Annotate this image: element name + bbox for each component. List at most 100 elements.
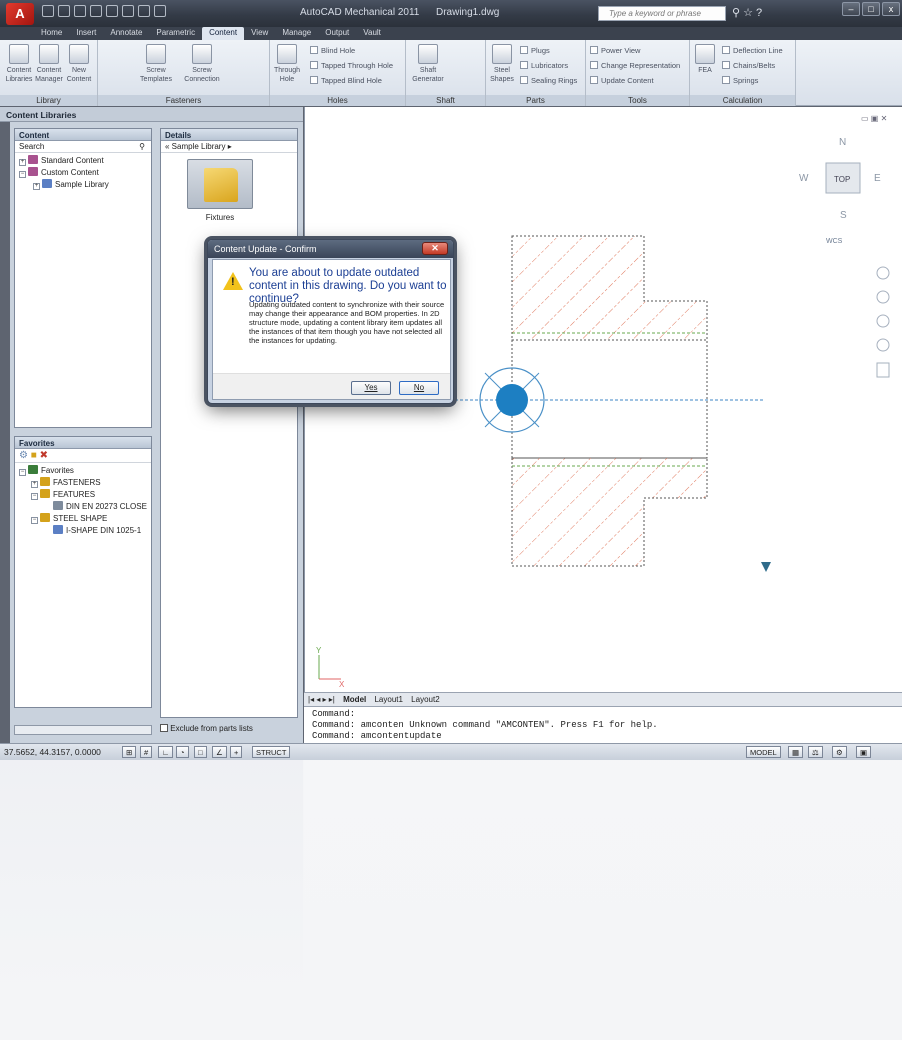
search-icon[interactable]: ⚲ <box>139 142 145 151</box>
polar-toggle[interactable]: ◔ <box>176 746 189 758</box>
drawing-window-controls[interactable]: ▭ ▣ ✕ <box>861 114 887 123</box>
checkbox-box[interactable] <box>160 724 168 732</box>
springs-button[interactable]: Springs <box>722 76 758 85</box>
content-libraries-button[interactable]: Content Libraries <box>2 44 36 84</box>
content-pane: Content Search ⚲ + Standard Content − Cust… <box>14 128 152 428</box>
minimize-button[interactable]: – <box>842 2 860 16</box>
lubricators-button[interactable]: Lubricators <box>520 61 568 70</box>
power-view-button[interactable]: Power View <box>590 46 640 55</box>
tree-item-custom-content[interactable]: − Custom Content <box>19 167 147 179</box>
viewcube[interactable]: N W E S TOP WCS <box>799 137 881 245</box>
panel-title-holes: Holes <box>270 95 405 106</box>
screw-templates-button[interactable]: Screw Templates <box>136 44 176 84</box>
upper-hatched-section[interactable] <box>511 235 708 341</box>
delete-icon[interactable]: ✖ <box>40 450 48 461</box>
plot-icon[interactable] <box>138 5 150 17</box>
tree-item-standard-content[interactable]: + Standard Content <box>19 155 147 167</box>
yes-button[interactable]: Yes <box>351 381 391 395</box>
workspace-icon[interactable] <box>154 5 166 17</box>
steel-shapes-button[interactable]: Steel Shapes <box>488 44 516 84</box>
tapped-blind-hole-button[interactable]: Tapped Blind Hole <box>310 76 382 85</box>
tab-annotate[interactable]: Annotate <box>103 27 149 40</box>
breadcrumb[interactable]: « Sample Library ▸ <box>161 141 297 153</box>
tapped-through-hole-button[interactable]: Tapped Through Hole <box>310 61 393 70</box>
undo-icon[interactable] <box>106 5 118 17</box>
screw-connection-button[interactable]: Screw Connection <box>180 44 224 84</box>
snap-toggle[interactable]: ⊞ <box>122 746 137 758</box>
struct-button[interactable]: STRUCT <box>252 746 291 758</box>
chains-belts-button[interactable]: Chains/Belts <box>722 61 775 70</box>
dialog-title: Content Update - Confirm <box>208 240 453 258</box>
workspace-button[interactable]: ⚙ <box>832 746 847 758</box>
change-representation-button[interactable]: Change Representation <box>590 61 680 70</box>
tab-model[interactable]: Model <box>343 695 366 704</box>
layout-view-button[interactable]: ▦ <box>788 746 804 758</box>
through-hole-button[interactable]: Through Hole <box>270 44 304 84</box>
tab-view[interactable]: View <box>244 27 275 40</box>
tab-layout2[interactable]: Layout2 <box>411 695 439 704</box>
binoculars-icon[interactable]: ⚲ <box>732 7 743 19</box>
new-icon[interactable] <box>42 5 54 17</box>
tab-home[interactable]: Home <box>34 27 69 40</box>
tab-output[interactable]: Output <box>318 27 356 40</box>
new-folder-icon[interactable]: ■ <box>31 450 37 461</box>
dialog-close-button[interactable]: ✕ <box>422 242 448 255</box>
content-manager-button[interactable]: Content Manager <box>32 44 66 84</box>
help-icon[interactable]: ? <box>756 7 765 19</box>
blind-hole-button[interactable]: Blind Hole <box>310 46 355 55</box>
fav-item-features[interactable]: − FEATURES <box>19 489 147 501</box>
update-content-button[interactable]: Update Content <box>590 76 654 85</box>
deflection-line-button[interactable]: Deflection Line <box>722 46 783 55</box>
lineweight-toggle[interactable]: + <box>230 746 243 758</box>
no-button[interactable]: No <box>399 381 439 395</box>
osnap-toggle[interactable]: □ <box>194 746 207 758</box>
open-icon[interactable] <box>58 5 70 17</box>
fav-item-i-shape[interactable]: I-SHAPE DIN 1025-1 <box>19 525 147 537</box>
navigation-bar[interactable] <box>876 266 890 378</box>
sealing-rings-button[interactable]: Sealing Rings <box>520 76 577 85</box>
fav-item-steel-shape[interactable]: − STEEL SHAPE <box>19 513 147 525</box>
tree-item-sample-library[interactable]: + Sample Library <box>19 179 147 191</box>
tab-manage[interactable]: Manage <box>275 27 318 40</box>
star-icon[interactable]: ☆ <box>743 7 756 19</box>
fav-item-fasteners[interactable]: + FASTENERS <box>19 477 147 489</box>
model-button[interactable]: MODEL <box>746 746 781 758</box>
annotation-scale-button[interactable]: ⚖ <box>808 746 823 758</box>
palette-scrollbar[interactable] <box>14 725 152 735</box>
fav-item-din-en-20273[interactable]: DIN EN 20273 CLOSE <box>19 501 147 513</box>
tab-vault[interactable]: Vault <box>356 27 388 40</box>
status-bar: 37.5652, 44.3157, 0.0000 ⊞ # ∟ ◔ □ ∠ + S… <box>0 743 902 760</box>
otrack-toggle[interactable]: ∠ <box>212 746 227 758</box>
close-button[interactable]: x <box>882 2 900 16</box>
fixtures-folder[interactable] <box>187 159 253 209</box>
save-icon[interactable] <box>74 5 86 17</box>
warning-icon: ! <box>223 272 243 290</box>
fav-item-root[interactable]: − Favorites <box>19 465 147 477</box>
tab-parametric[interactable]: Parametric <box>149 27 202 40</box>
shaft-body[interactable] <box>511 339 708 459</box>
command-line[interactable]: Command: Command: amconten Unknown comma… <box>304 706 902 743</box>
tab-layout1[interactable]: Layout1 <box>374 695 402 704</box>
lower-hatched-section[interactable] <box>511 457 708 567</box>
tab-nav-arrows[interactable]: |◂ ◂ ▸ ▸| <box>308 695 335 704</box>
ortho-toggle[interactable]: ∟ <box>158 746 174 758</box>
grid-toggle[interactable]: # <box>140 746 153 758</box>
saveas-icon[interactable] <box>90 5 102 17</box>
tab-content[interactable]: Content <box>202 27 245 40</box>
keyword-search-input[interactable]: Type a keyword or phrase <box>598 6 726 21</box>
redo-icon[interactable] <box>122 5 134 17</box>
triangle-marker[interactable] <box>761 562 771 572</box>
command-current[interactable]: Command: amcontentupdate <box>312 731 894 742</box>
fea-button[interactable]: FEA <box>692 44 718 75</box>
plugs-button[interactable]: Plugs <box>520 46 550 55</box>
search-row[interactable]: Search ⚲ <box>15 141 151 153</box>
window-controls: – □ x <box>842 2 900 16</box>
maximize-button[interactable]: □ <box>862 2 880 16</box>
exclude-checkbox[interactable]: Exclude from parts lists <box>160 724 253 733</box>
new-content-button[interactable]: New Content <box>62 44 96 84</box>
tab-insert[interactable]: Insert <box>69 27 103 40</box>
application-menu-button[interactable]: A <box>6 3 34 25</box>
clean-screen-button[interactable]: ▣ <box>856 746 872 758</box>
add-favorite-icon[interactable]: ⚙ <box>19 450 28 461</box>
shaft-generator-button[interactable]: Shaft Generator <box>408 44 448 84</box>
